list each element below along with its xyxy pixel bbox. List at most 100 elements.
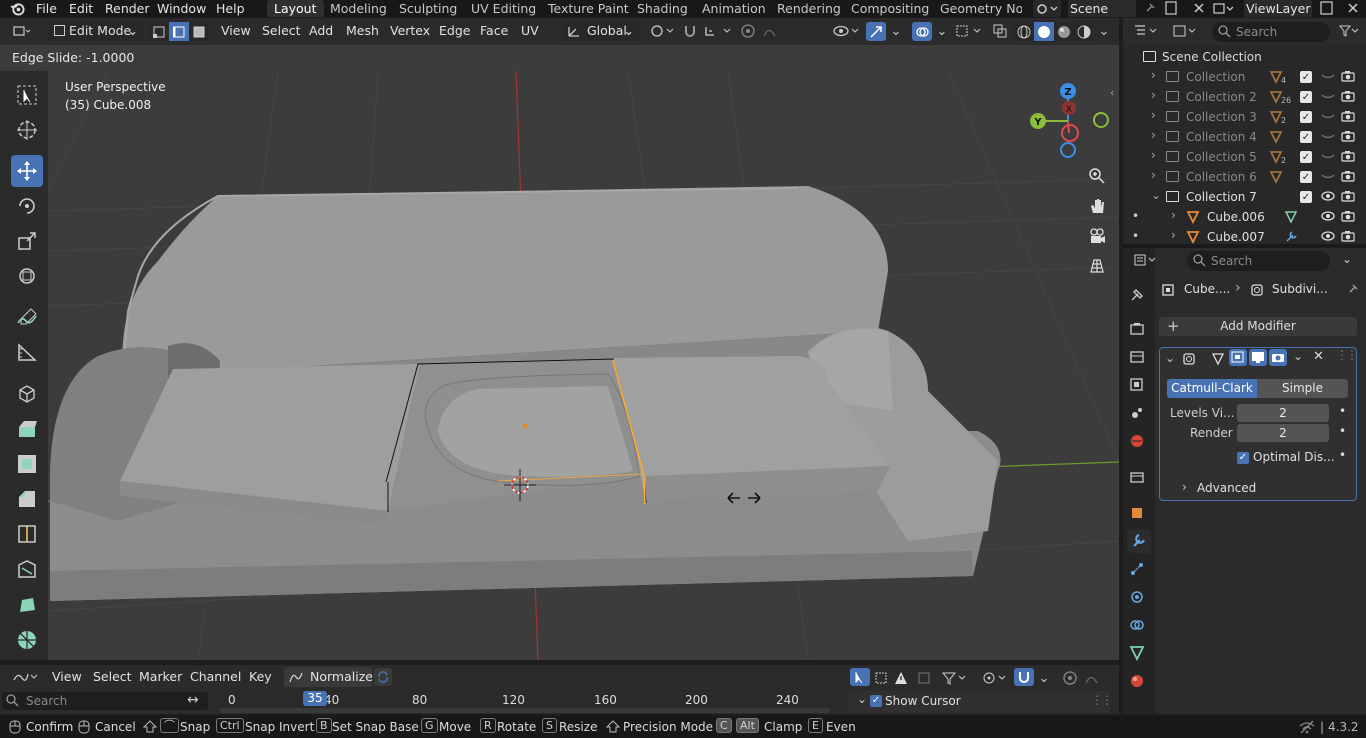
- current-frame-indicator[interactable]: 35: [303, 691, 327, 706]
- levels-viewport-field[interactable]: 2: [1237, 404, 1329, 422]
- scene-name-field[interactable]: Scene: [1068, 0, 1136, 17]
- collection-tab-icon[interactable]: [1127, 465, 1147, 489]
- object-tab-icon[interactable]: [1127, 501, 1147, 525]
- remove-scene-icon[interactable]: [1192, 0, 1206, 16]
- advanced-chevron-icon[interactable]: ›: [1182, 480, 1187, 494]
- tool-scale[interactable]: [11, 225, 43, 257]
- navigation-gizmo[interactable]: Z Y X: [1023, 81, 1118, 161]
- tool-move[interactable]: [11, 155, 43, 187]
- tool-cursor[interactable]: [11, 114, 43, 146]
- expand-chevron-icon[interactable]: ›: [1151, 128, 1156, 142]
- chevron-down-icon[interactable]: ⌄: [934, 21, 950, 41]
- tool-annotate[interactable]: [11, 301, 43, 333]
- workspace-tab-sculpting[interactable]: Sculpting: [399, 0, 457, 17]
- expand-chevron-icon[interactable]: ›: [1151, 108, 1156, 122]
- menu-mesh[interactable]: Mesh: [346, 21, 379, 41]
- menu-view[interactable]: View: [221, 21, 251, 41]
- filter-icon[interactable]: [1338, 23, 1360, 39]
- tool-spin[interactable]: [11, 624, 43, 656]
- render-camera-icon[interactable]: [1341, 130, 1355, 142]
- render-toggle-icon[interactable]: [1269, 349, 1287, 366]
- exclude-checkbox[interactable]: ✓: [1300, 151, 1312, 163]
- timeline-menu-key[interactable]: Key: [249, 667, 272, 687]
- visibility-eye-icon[interactable]: [1320, 209, 1336, 223]
- outliner-collection-row[interactable]: › Collection 2 26 ✓: [1124, 87, 1366, 107]
- expand-chevron-icon[interactable]: ›: [1151, 168, 1156, 182]
- sidebar-toggle-icon[interactable]: ‹: [1110, 86, 1114, 99]
- scene-selector-icon[interactable]: [1033, 0, 1061, 17]
- menu-window[interactable]: Window: [157, 0, 206, 17]
- menu-file[interactable]: File: [36, 0, 57, 17]
- display-mode-icon[interactable]: [1172, 23, 1200, 39]
- render-camera-icon[interactable]: [1341, 70, 1355, 82]
- perspective-toggle-icon[interactable]: [1085, 254, 1109, 278]
- particles-tab-icon[interactable]: [1127, 557, 1147, 581]
- workspace-tab-rendering[interactable]: Rendering: [777, 0, 841, 17]
- drag-handle-icon[interactable]: ⋮⋮: [1336, 348, 1358, 362]
- menu-help[interactable]: Help: [216, 0, 245, 17]
- menu-render[interactable]: Render: [105, 0, 150, 17]
- rendered-shading-icon[interactable]: [1074, 22, 1094, 41]
- tool-loop-cut[interactable]: [11, 518, 43, 550]
- visibility-eye-icon[interactable]: [1320, 169, 1336, 183]
- proportional-editing-icon[interactable]: [1060, 668, 1080, 688]
- show-cursor-checkbox[interactable]: ✓: [870, 695, 882, 707]
- new-scene-icon[interactable]: [1163, 0, 1179, 16]
- properties-editor-type-icon[interactable]: [1133, 252, 1161, 268]
- object-visibility-icon[interactable]: [832, 21, 862, 41]
- render-camera-icon[interactable]: [1341, 210, 1355, 222]
- blender-logo-icon[interactable]: [10, 1, 25, 16]
- timeline-menu-view[interactable]: View: [52, 667, 82, 687]
- timeline-ruler[interactable]: 0 40 80 120 160 200 240 35: [214, 689, 836, 714]
- render-camera-icon[interactable]: [1341, 150, 1355, 162]
- visibility-eye-icon[interactable]: [1320, 149, 1336, 163]
- world-tab-icon[interactable]: [1127, 429, 1147, 453]
- chevron-down-icon[interactable]: ⌄: [888, 21, 904, 41]
- zoom-icon[interactable]: [1085, 164, 1109, 188]
- modifier-menu-chevron-icon[interactable]: ⌄: [1293, 349, 1303, 363]
- exclude-checkbox[interactable]: ✓: [1300, 191, 1312, 203]
- menu-vertex[interactable]: Vertex: [390, 21, 430, 41]
- simple-button[interactable]: Simple: [1257, 379, 1348, 398]
- workspace-tab-modeling[interactable]: Modeling: [330, 0, 387, 17]
- workspace-tab-geometry-nodes[interactable]: Geometry Node: [940, 0, 1022, 17]
- timeline-search-input[interactable]: Search ↔: [2, 692, 208, 710]
- keyframe-dot-icon[interactable]: •: [1339, 404, 1346, 418]
- workspace-tab-texture-paint[interactable]: Texture Paint: [548, 0, 629, 17]
- solid-shading-icon[interactable]: [1034, 22, 1054, 41]
- catmull-clark-button[interactable]: Catmull-Clark: [1167, 379, 1257, 398]
- outliner-scene-collection[interactable]: Scene Collection: [1143, 48, 1262, 66]
- modifier-tab-icon[interactable]: [1127, 529, 1151, 553]
- exclude-checkbox[interactable]: ✓: [1300, 131, 1312, 143]
- add-modifier-button[interactable]: + Add Modifier: [1159, 317, 1357, 336]
- transform-orientation-selector[interactable]: Global ⌄: [563, 21, 639, 41]
- overlays-toggle-icon[interactable]: [912, 22, 932, 41]
- tool-bevel[interactable]: [11, 483, 43, 515]
- snap-target-icon[interactable]: [701, 21, 735, 41]
- only-show-errors-icon[interactable]: [891, 668, 911, 688]
- menu-add[interactable]: Add: [309, 21, 333, 41]
- properties-search-input[interactable]: Search: [1187, 251, 1330, 271]
- advanced-subpanel-label[interactable]: Advanced: [1197, 481, 1256, 495]
- constraints-tab-icon[interactable]: [1127, 613, 1147, 637]
- exclude-checkbox[interactable]: ✓: [1300, 111, 1312, 123]
- tool-tab-icon[interactable]: [1127, 283, 1147, 307]
- proportional-editing-icon[interactable]: [738, 21, 758, 41]
- workspace-tab-shading[interactable]: Shading: [637, 0, 688, 17]
- timeline-menu-select[interactable]: Select: [93, 667, 132, 687]
- menu-face[interactable]: Face: [480, 21, 508, 41]
- wireframe-shading-icon[interactable]: [1014, 22, 1034, 41]
- physics-tab-icon[interactable]: [1127, 585, 1147, 609]
- chevron-down-icon[interactable]: ⌄: [1096, 21, 1112, 41]
- workspace-tab-uv-editing[interactable]: UV Editing: [471, 0, 536, 17]
- outliner-collection-row[interactable]: › Collection 4 ✓: [1124, 67, 1366, 87]
- viewport-scene[interactable]: [48, 71, 1119, 660]
- render-camera-icon[interactable]: [1341, 90, 1355, 102]
- expand-chevron-icon[interactable]: ›: [1151, 88, 1156, 102]
- render-camera-icon[interactable]: [1341, 170, 1355, 182]
- workspace-tab-layout[interactable]: Layout: [267, 0, 324, 17]
- tool-rotate[interactable]: [11, 190, 43, 222]
- remove-modifier-icon[interactable]: ✕: [1313, 349, 1324, 364]
- face-select-icon[interactable]: [189, 22, 209, 41]
- on-cage-toggle-icon[interactable]: [1229, 349, 1247, 366]
